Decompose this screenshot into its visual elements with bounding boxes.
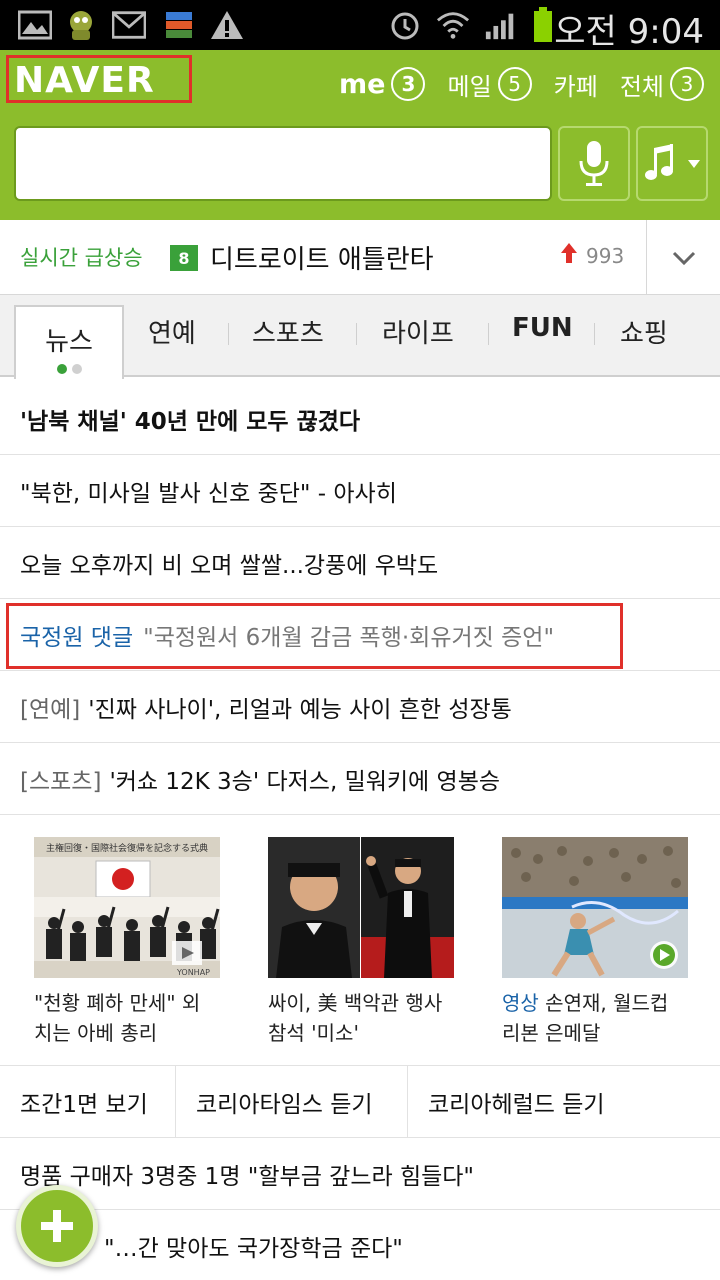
tab-news[interactable]: 뉴스: [14, 305, 124, 379]
tab-news-label: 뉴스: [45, 327, 93, 357]
app-icon: [162, 8, 196, 42]
gmail-icon: [112, 8, 146, 42]
news-title: '커쇼 12K 3승' 다저스, 밀워키에 영봉승: [109, 768, 501, 795]
realtime-count: 993: [586, 244, 625, 268]
nav-all[interactable]: 전체 3: [620, 67, 704, 102]
news-category: [스포츠]: [20, 768, 102, 795]
nav-all-badge: 3: [670, 67, 704, 101]
photo-caption: 싸이, 美 백악관 행사 참석 '미소': [268, 988, 454, 1048]
header: NAVER me 3 메일 5 카페 전체 3: [0, 50, 720, 220]
news-item[interactable]: '남북 채널' 40년 만에 모두 끊겼다: [0, 383, 720, 455]
news-title: '진짜 사나이', 리얼과 예능 사이 흔한 성장통: [88, 696, 512, 723]
photo-caption: 영상 손연재, 월드컵 리본 은메달: [502, 988, 688, 1048]
news-item[interactable]: 명품 구매자 3명중 1명 "할부금 갚느라 힘들다": [0, 1138, 720, 1210]
link-buttons: 조간1면 보기 코리아타임스 듣기 코리아헤럴드 듣기: [0, 1066, 720, 1138]
realtime-rank: 8: [170, 245, 198, 271]
tab-separator: [228, 323, 229, 345]
realtime-trending[interactable]: 실시간 급상승 8 디트로이트 애틀란타 993: [0, 220, 720, 295]
korea-herald-listen-button[interactable]: 코리아헤럴드 듣기: [408, 1066, 720, 1138]
photo-credit: YONHAP: [176, 968, 210, 977]
tab-life[interactable]: 라이프: [382, 313, 454, 350]
news-title: '남북 채널' 40년 만에 모두 끊겼다: [20, 408, 361, 435]
top-nav: me 3 메일 5 카페 전체 3: [339, 64, 704, 104]
news-title: "…간 맞아도 국가장학금 준다": [104, 1236, 403, 1262]
caption-line: 참석 '미소': [268, 1021, 359, 1045]
nav-mail-badge: 5: [497, 67, 532, 101]
caption-line: 치는 아베 총리: [34, 1021, 158, 1045]
ceremony-banner-text: 主権回復・国際社会復帰を記念する式典: [46, 842, 208, 854]
clock: 오전 9:04: [554, 12, 704, 52]
caption-line: 리본 은메달: [502, 1021, 601, 1045]
chevron-down-icon: [672, 251, 695, 265]
tab-separator: [488, 323, 489, 345]
nav-me-badge: 3: [391, 67, 426, 101]
news-item[interactable]: "…간 맞아도 국가장학금 준다": [0, 1210, 720, 1280]
realtime-keyword[interactable]: 디트로이트 애틀란타: [210, 239, 434, 276]
nav-me-label: me: [339, 68, 386, 100]
gymnast-photo: [502, 837, 688, 978]
page-dot: [71, 364, 82, 374]
issue-highlight-box: [6, 603, 623, 669]
psy-photo: [268, 837, 454, 978]
android-icon: [64, 8, 98, 42]
news-title: "북한, 미사일 발사 신호 중단" - 아사히: [20, 480, 397, 507]
tab-fun[interactable]: FUN: [512, 313, 573, 343]
korea-times-listen-button[interactable]: 코리아타임스 듣기: [176, 1066, 408, 1138]
image-icon: [18, 8, 52, 42]
voice-search-button[interactable]: [558, 126, 630, 201]
caption-line: 싸이, 美 백악관 행사: [268, 991, 443, 1015]
tab-separator: [594, 323, 595, 345]
up-arrow-icon: [560, 242, 578, 270]
news-title: 오늘 오후까지 비 오며 쌀쌀...강풍에 우박도: [20, 552, 439, 579]
news-title: 명품 구매자 3명중 1명 "할부금 갚느라 힘들다": [20, 1163, 475, 1190]
photo-news-item[interactable]: 싸이, 美 백악관 행사 참석 '미소': [268, 837, 454, 1048]
dropdown-arrow-icon: [688, 159, 700, 168]
news-list-more: 명품 구매자 3명중 1명 "할부금 갚느라 힘들다" "…간 맞아도 국가장학…: [0, 1138, 720, 1280]
caption-line: 손연재, 월드컵: [545, 991, 669, 1015]
nav-mail-label: 메일: [447, 72, 492, 101]
warning-icon: [210, 8, 244, 42]
realtime-expand-button[interactable]: [646, 220, 720, 295]
news-list: '남북 채널' 40년 만에 모두 끊겼다 "북한, 미사일 발사 신호 중단"…: [0, 383, 720, 815]
morning-front-page-button[interactable]: 조간1면 보기: [0, 1066, 176, 1138]
news-item[interactable]: [스포츠] '커쇼 12K 3승' 다저스, 밀워키에 영봉승: [0, 743, 720, 815]
status-bar: 오전 9:04: [0, 0, 720, 52]
page-dot-active: [56, 364, 67, 374]
ceremony-photo: 主権回復・国際社会復帰を記念する式典 YONHAP: [34, 837, 220, 978]
naver-logo[interactable]: NAVER: [14, 60, 155, 101]
music-note-icon: [645, 143, 673, 180]
news-item[interactable]: [연예] '진짜 사나이', 리얼과 예능 사이 흔한 성장통: [0, 671, 720, 743]
alarm-icon: [388, 8, 422, 42]
caption-line: "천황 폐하 만세" 외: [34, 991, 201, 1015]
music-search-button[interactable]: [636, 126, 708, 201]
section-tabs: 뉴스 연예 스포츠 라이프 FUN 쇼핑: [0, 295, 720, 379]
search-input[interactable]: [14, 126, 552, 201]
signal-icon: [484, 8, 518, 42]
news-item[interactable]: "북한, 미사일 발사 신호 중단" - 아사히: [0, 455, 720, 527]
nav-cafe[interactable]: 카페: [554, 67, 598, 102]
news-item[interactable]: 오늘 오후까지 비 오며 쌀쌀...강풍에 우박도: [0, 527, 720, 599]
page-indicator: [56, 364, 82, 374]
wifi-icon: [436, 8, 470, 42]
mic-icon: [579, 140, 609, 186]
nav-all-label: 전체: [619, 72, 664, 101]
realtime-label: 실시간 급상승: [20, 246, 143, 270]
add-button[interactable]: [16, 1185, 98, 1267]
photo-caption: "천황 폐하 만세" 외 치는 아베 총리: [34, 988, 220, 1048]
plus-icon: [41, 1210, 73, 1242]
tab-sports[interactable]: 스포츠: [252, 313, 324, 350]
nav-cafe-label: 카페: [553, 72, 598, 101]
news-category: [연예]: [20, 696, 81, 723]
tab-separator: [356, 323, 357, 345]
nav-me[interactable]: me 3: [339, 67, 426, 101]
video-tag: 영상: [502, 991, 539, 1015]
tab-entertainment[interactable]: 연예: [148, 313, 196, 350]
tab-shopping[interactable]: 쇼핑: [620, 313, 668, 350]
photo-news-item[interactable]: 主権回復・国際社会復帰を記念する式典 YONHAP "천황 폐하 만세" 외 치…: [34, 837, 220, 1048]
photo-news: 主権回復・国際社会復帰を記念する式典 YONHAP "천황 폐하 만세" 외 치…: [0, 816, 720, 1066]
photo-news-item[interactable]: 영상 손연재, 월드컵 리본 은메달: [502, 837, 688, 1048]
nav-mail[interactable]: 메일 5: [447, 67, 532, 102]
